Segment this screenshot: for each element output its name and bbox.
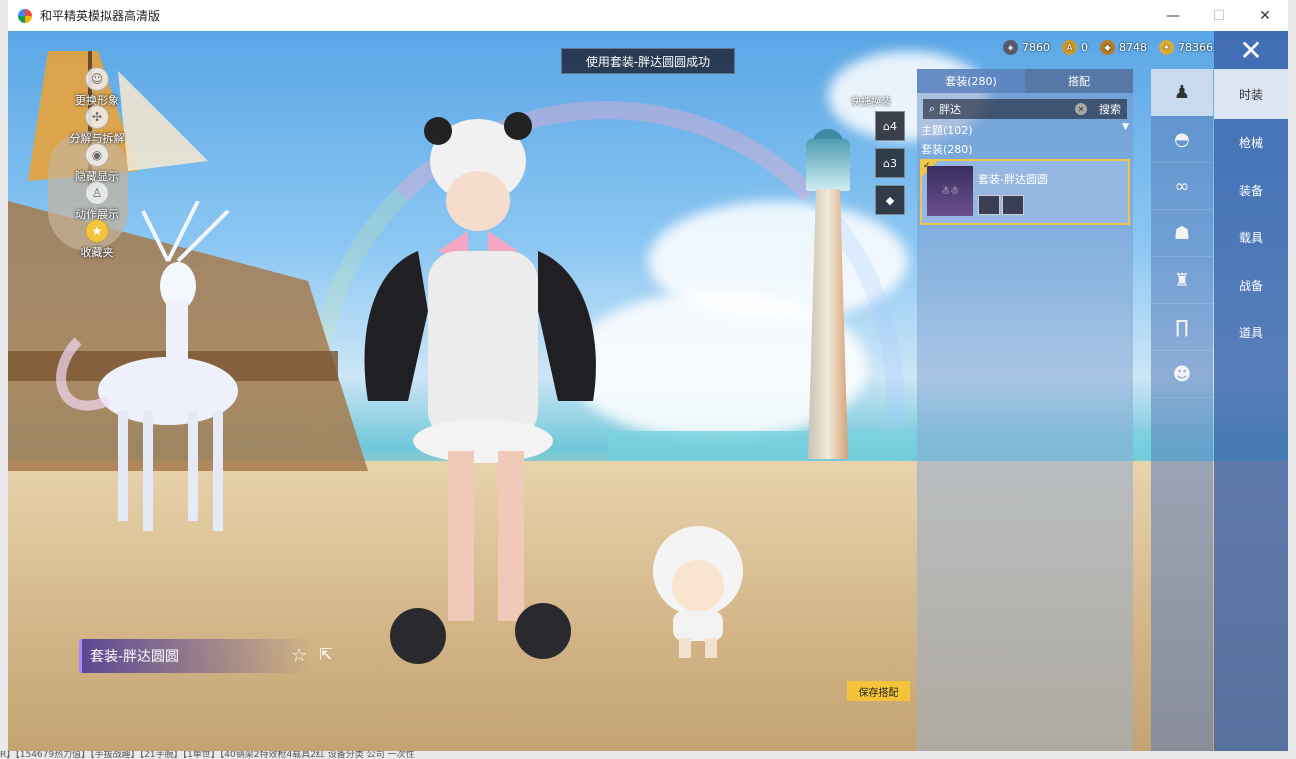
eye-icon: ◉ <box>85 143 109 167</box>
category-mask-icon[interactable]: ☗ <box>1151 210 1213 257</box>
side-tab-supplies[interactable]: 战备 <box>1214 262 1288 310</box>
search-input[interactable]: 胖达 <box>939 101 961 117</box>
currency-2: A0 <box>1062 40 1088 55</box>
panel-tabs: 套装(280) 搭配 <box>917 69 1133 93</box>
background-window-strip: R】【154679热力值】【手拔战趣】【21手腕】【1单世】【40钢梁2特效枪4… <box>0 751 1296 759</box>
side-tab-props[interactable]: 道具 <box>1214 309 1288 357</box>
category-glasses-icon[interactable]: ∞ <box>1151 163 1213 210</box>
part-icon <box>978 195 1000 215</box>
currency-1: ◈ 7860 <box>1003 40 1050 55</box>
coin-icon: ✦ <box>1159 40 1174 55</box>
star-icon: ★ <box>85 219 109 243</box>
success-toast: 使用套装-胖达圆圆成功 <box>561 48 735 74</box>
currency-bar: ◈ 7860 A0 ◆ 8748 ✦ 783663 <box>1003 40 1220 55</box>
category-column: ♟ ◓ ∞ ☗ ♜ ∏ ☻ <box>1151 69 1213 751</box>
side-tab-equipment[interactable]: 装备 <box>1214 167 1288 215</box>
search-icon: ⌕ <box>929 102 936 115</box>
diamond-icon: ◆ <box>885 193 895 207</box>
currency-4: ✦ 783663 <box>1159 40 1220 55</box>
side-tab-fashion[interactable]: 时装 <box>1214 69 1288 119</box>
wardrobe-panel: 套装(280) 搭配 ⌕ 胖达 ✕ 搜索 主题(102)▼ 套装(280) ✓ … <box>917 69 1133 751</box>
coin-icon: ◆ <box>1100 40 1115 55</box>
dropdown-arrow-icon: ▼ <box>1122 122 1129 132</box>
player-character-panda-outfit <box>364 112 596 664</box>
split-icon: ✣ <box>85 105 109 129</box>
item-card-panda[interactable]: ✓ ☃☃ 套装-胖达圆圆 <box>920 159 1130 225</box>
category-top-icon[interactable]: ♜ <box>1151 257 1213 304</box>
minimize-button[interactable]: — <box>1150 0 1196 31</box>
share-icon[interactable]: ⇱ <box>319 645 332 664</box>
theme-row[interactable]: 主题(102) ▼ <box>917 119 1133 138</box>
current-outfit-name: 套装-胖达圆圆 <box>79 639 310 673</box>
category-hat-icon[interactable]: ◓ <box>1151 116 1213 163</box>
favorite-star-icon[interactable]: ☆ <box>291 645 307 666</box>
quick-slot-diamond[interactable]: ◆ <box>875 185 905 215</box>
tab-match[interactable]: 搭配 <box>1025 69 1133 93</box>
tab-sets[interactable]: 套装(280) <box>917 69 1025 93</box>
part-icon <box>1002 195 1024 215</box>
category-outfit-icon[interactable]: ♟ <box>1151 69 1213 116</box>
hanger-icon: ⌂ <box>883 119 890 133</box>
maximize-button[interactable]: ☐ <box>1196 0 1242 31</box>
close-window-button[interactable]: ✕ <box>1242 0 1288 31</box>
window-titlebar: 和平精英模拟器高清版 — ☐ ✕ <box>8 0 1288 32</box>
pose-icon: ♙ <box>85 181 109 205</box>
currency-3: ◆ 8748 <box>1100 40 1147 55</box>
app-logo-icon <box>18 8 32 23</box>
search-bar[interactable]: ⌕ 胖达 ✕ 搜索 <box>923 99 1127 119</box>
save-match-button[interactable]: 保存搭配 <box>847 681 910 701</box>
close-icon[interactable]: ✕ <box>1214 31 1288 69</box>
menu-toggle-visibility[interactable]: ◉ 隐藏显示 <box>52 143 142 184</box>
menu-favorites[interactable]: ★ 收藏夹 <box>52 219 142 260</box>
sheep-pet <box>653 526 743 658</box>
game-viewport: ☺ 更换形象 ✣ 分解与拆解 ◉ 隐藏显示 ♙ 动作展示 ★ 收藏夹 使用套装-… <box>8 31 1288 751</box>
quick-slot-3[interactable]: ⌂ 3 <box>875 148 905 178</box>
quick-slot-4[interactable]: ⌂ 4 <box>875 111 905 141</box>
menu-pose[interactable]: ♙ 动作展示 <box>52 181 142 222</box>
clear-icon[interactable]: ✕ <box>1075 103 1087 115</box>
window-controls: — ☐ ✕ <box>1150 0 1288 31</box>
quick-swap-label: 快捷换装 <box>851 97 891 108</box>
coin-icon: A <box>1062 40 1077 55</box>
side-tabs: 时装 枪械 装备 载具 战备 道具 <box>1214 69 1288 751</box>
item-thumbnail: ☃☃ <box>927 166 973 216</box>
item-name: 套装-胖达圆圆 <box>978 173 1048 186</box>
coin-icon: ◈ <box>1003 40 1018 55</box>
search-button[interactable]: 搜索 <box>1093 101 1127 117</box>
set-row: 套装(280) <box>921 143 973 156</box>
avatar-icon: ☺ <box>85 67 109 91</box>
menu-split[interactable]: ✣ 分解与拆解 <box>52 105 142 146</box>
lighthouse <box>798 129 858 469</box>
window-title: 和平精英模拟器高清版 <box>40 9 161 23</box>
hanger-icon: ⌂ <box>883 156 890 170</box>
menu-change-avatar[interactable]: ☺ 更换形象 <box>52 67 142 108</box>
side-tab-vehicles[interactable]: 载具 <box>1214 214 1288 262</box>
category-pants-icon[interactable]: ∏ <box>1151 304 1213 351</box>
category-shoes-icon[interactable]: ☻ <box>1151 351 1213 398</box>
side-tab-guns[interactable]: 枪械 <box>1214 119 1288 167</box>
